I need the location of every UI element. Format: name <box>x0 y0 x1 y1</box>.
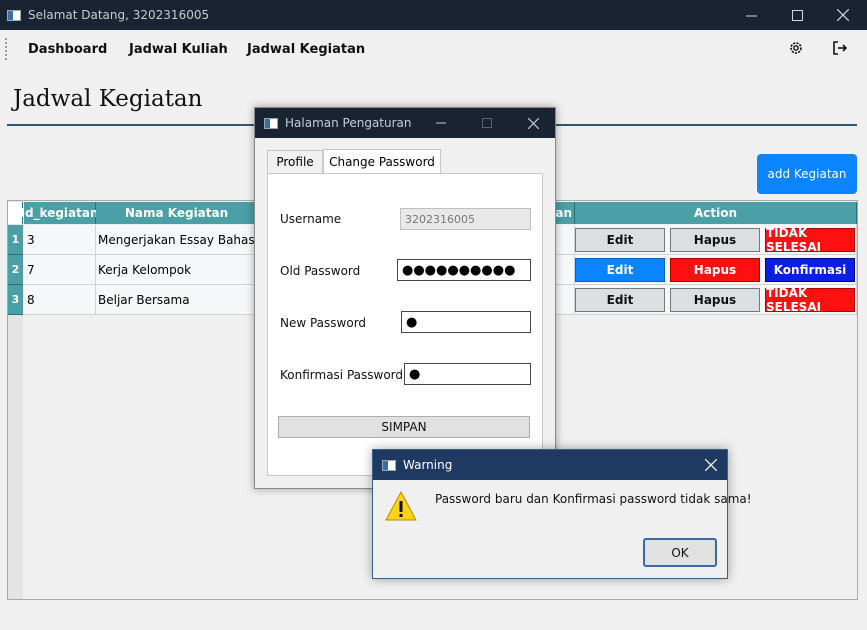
dialog-maximize-button[interactable] <box>467 108 507 138</box>
page-title: Jadwal Kegiatan <box>13 86 203 112</box>
username-field: 3202316005 <box>400 208 531 230</box>
gear-icon[interactable] <box>787 40 805 58</box>
maximize-button[interactable] <box>774 0 820 30</box>
new-password-field[interactable]: ● <box>401 311 531 333</box>
table-cell-id[interactable]: 7 <box>24 255 96 285</box>
username-label: Username <box>280 212 342 226</box>
window-title: Selamat Datang, 3202316005 <box>28 8 210 22</box>
close-icon <box>527 117 539 129</box>
close-icon <box>837 9 849 21</box>
header-id-kegiatan[interactable]: Id_kegiatan <box>20 202 99 224</box>
warning-icon <box>385 490 417 521</box>
menu-bar: Dashboard Jadwal Kuliah Jadwal Kegiatan <box>0 30 867 70</box>
menu-dashboard[interactable]: Dashboard <box>28 42 107 57</box>
tab-change-password[interactable]: Change Password <box>323 149 441 174</box>
ok-button[interactable]: OK <box>643 538 717 567</box>
tidak-selesai-button[interactable]: TIDAK SELESAI <box>765 286 855 314</box>
old-password-field[interactable]: ●●●●●●●●●● <box>397 259 531 281</box>
simpan-button[interactable]: SIMPAN <box>278 416 530 438</box>
dialog-minimize-button[interactable] <box>421 108 461 138</box>
konfirmasi-button[interactable]: Konfirmasi <box>765 258 855 282</box>
row-number[interactable]: 1 <box>8 225 23 255</box>
maximize-icon <box>791 9 803 21</box>
tidak-selesai-button[interactable]: TIDAK SELESAI <box>765 226 855 254</box>
app-icon <box>7 9 21 21</box>
confirm-password-field[interactable]: ● <box>404 363 531 385</box>
menu-jadwal-kuliah[interactable]: Jadwal Kuliah <box>129 42 228 57</box>
menu-jadwal-kegiatan[interactable]: Jadwal Kegiatan <box>247 42 365 57</box>
row-number[interactable]: 3 <box>8 285 23 315</box>
warning-dialog-titlebar: Warning <box>373 450 727 480</box>
cell-nama-text: Mengerjakan Essay Bahasa Ing <box>98 232 258 247</box>
warning-close-button[interactable] <box>695 450 727 480</box>
app-icon <box>264 117 278 129</box>
minimize-icon <box>745 15 757 16</box>
confirm-password-label: Konfirmasi Password <box>280 368 403 382</box>
header-nama-kegiatan[interactable]: Nama Kegiatan <box>96 202 258 224</box>
old-password-label: Old Password <box>280 264 361 278</box>
close-icon <box>705 459 717 471</box>
new-password-label: New Password <box>280 316 367 330</box>
add-kegiatan-button[interactable]: add Kegiatan <box>757 154 857 194</box>
warning-message: Password baru dan Konfirmasi password ti… <box>435 492 752 506</box>
minimize-icon <box>436 122 446 124</box>
settings-dialog-title: Halaman Pengaturan <box>285 116 412 130</box>
close-button[interactable] <box>820 0 866 30</box>
dialog-close-button[interactable] <box>513 108 553 138</box>
header-action[interactable]: Action <box>575 202 857 224</box>
edit-button[interactable]: Edit <box>575 228 665 252</box>
maximize-icon <box>482 118 492 128</box>
settings-dialog: Halaman Pengaturan Profile Change Passwo… <box>254 107 556 489</box>
hapus-button[interactable]: Hapus <box>670 258 760 282</box>
edit-button[interactable]: Edit <box>575 258 665 282</box>
row-number[interactable]: 2 <box>8 255 23 285</box>
hapus-button[interactable]: Hapus <box>670 228 760 252</box>
hapus-button[interactable]: Hapus <box>670 288 760 312</box>
logout-icon[interactable] <box>831 40 849 58</box>
edit-button[interactable]: Edit <box>575 288 665 312</box>
app-icon <box>382 459 396 471</box>
table-cell-id[interactable]: 3 <box>24 225 96 255</box>
menu-grip <box>5 38 7 60</box>
tab-profile[interactable]: Profile <box>267 150 323 174</box>
table-cell-id[interactable]: 8 <box>24 285 96 315</box>
settings-dialog-titlebar: Halaman Pengaturan <box>255 108 555 138</box>
warning-dialog-title: Warning <box>403 458 453 472</box>
warning-dialog: Warning Password baru dan Konfirmasi pas… <box>372 449 752 579</box>
minimize-button-alt[interactable] <box>728 0 774 30</box>
